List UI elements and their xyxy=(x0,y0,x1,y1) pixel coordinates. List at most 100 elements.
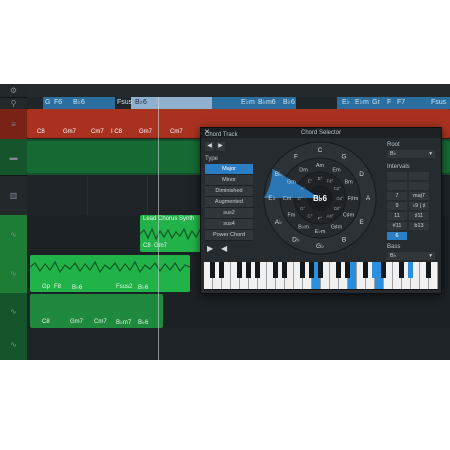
synth-track-icon[interactable]: ∿ xyxy=(0,215,27,254)
wheel-chord-label[interactable]: F° xyxy=(318,216,323,221)
audio-track-3-icon[interactable]: ∿ xyxy=(0,329,27,360)
black-key[interactable] xyxy=(237,262,242,278)
wheel-chord-label[interactable]: D xyxy=(359,171,364,178)
black-key[interactable] xyxy=(408,262,413,278)
black-key[interactable] xyxy=(219,262,224,278)
tool-icon[interactable]: ⚙ xyxy=(0,84,27,98)
black-key[interactable] xyxy=(246,262,251,278)
black-key[interactable] xyxy=(300,262,305,278)
black-key[interactable] xyxy=(255,262,260,278)
wheel-chord-label[interactable]: Em xyxy=(332,167,341,173)
wheel-chord-label[interactable]: G♯° xyxy=(336,196,344,201)
black-key[interactable] xyxy=(372,262,377,278)
black-key[interactable] xyxy=(273,262,278,278)
bass-dropdown[interactable]: B♭ ▾ xyxy=(387,252,435,260)
wheel-chord-label[interactable]: B♭ xyxy=(275,170,282,178)
speaker-icon[interactable]: ◀ xyxy=(221,244,227,253)
wheel-chord-label[interactable]: D♯° xyxy=(334,206,341,211)
instrument-track-1-icon[interactable]: ≡ xyxy=(0,109,27,140)
black-key[interactable] xyxy=(309,262,314,278)
wheel-chord-label[interactable]: G♯m xyxy=(331,225,343,231)
type-sus2-button[interactable]: sus2 xyxy=(205,208,253,219)
wheel-chord-label[interactable]: C° xyxy=(307,213,312,218)
interval-button[interactable]: maj7 xyxy=(409,192,429,200)
interval-button[interactable]: ♯11 xyxy=(409,212,429,220)
interval-button[interactable]: 9 xyxy=(387,202,407,210)
type-power-chord-button[interactable]: Power Chord xyxy=(205,230,253,241)
type-diminished-button[interactable]: Diminished xyxy=(205,186,253,197)
root-dropdown[interactable]: B♭ ▾ xyxy=(387,150,435,158)
wheel-chord-label[interactable]: F♯° xyxy=(327,179,334,184)
interval-button[interactable]: 11 xyxy=(387,212,407,220)
interval-button[interactable] xyxy=(409,172,429,180)
wheel-chord-label[interactable]: E xyxy=(359,219,364,226)
wheel-chord-label[interactable]: G xyxy=(341,153,346,160)
wheel-chord-label[interactable]: Fm xyxy=(287,213,295,219)
wheel-chord-label[interactable]: E♭m xyxy=(315,228,326,235)
wheel-chord-label[interactable]: A xyxy=(366,195,371,202)
track-lane-7[interactable] xyxy=(27,329,450,360)
interval-button[interactable]: b13 xyxy=(409,222,429,230)
black-key[interactable] xyxy=(336,262,341,278)
interval-button-selected[interactable]: 6 xyxy=(387,232,407,240)
wheel-chord-label[interactable]: D° xyxy=(297,196,302,201)
wheel-chord-label[interactable]: C xyxy=(318,147,323,154)
black-key[interactable] xyxy=(426,262,431,278)
wheel-chord-label[interactable]: Cm xyxy=(283,196,292,202)
wheel-chord-label[interactable]: D♭ xyxy=(292,236,300,244)
prev-chord-button[interactable]: ◀ xyxy=(205,142,214,151)
wheel-chord-label[interactable]: Dm xyxy=(299,167,308,173)
interval-button[interactable] xyxy=(409,182,429,190)
interval-button[interactable]: 7 xyxy=(387,192,407,200)
wheel-chord-label[interactable]: B° xyxy=(318,176,323,181)
wheel-chord-label[interactable]: A♯° xyxy=(326,213,333,218)
black-key[interactable] xyxy=(282,262,287,278)
wheel-chord-label[interactable]: G° xyxy=(300,206,306,211)
next-chord-button[interactable]: ▶ xyxy=(216,142,225,151)
type-minor-button[interactable]: Minor xyxy=(205,175,253,186)
track-lane-6[interactable]: C8 Gm7 Cm7 B♭m7 B♭6 xyxy=(27,293,450,330)
interval-button[interactable] xyxy=(387,172,407,180)
interval-button[interactable]: ♭9 | ♯ xyxy=(409,202,429,210)
wheel-chord-label[interactable]: Bm xyxy=(344,180,353,186)
wheel-chord-label[interactable]: Gm xyxy=(287,180,296,186)
type-sus4-button[interactable]: sus4 xyxy=(205,219,253,230)
black-key[interactable] xyxy=(318,262,323,278)
interval-button[interactable] xyxy=(387,182,407,190)
wheel-chord-label[interactable]: B xyxy=(342,237,346,244)
type-major-button[interactable]: Major xyxy=(205,164,253,175)
clip-chord: Gm7 xyxy=(63,129,77,135)
black-key[interactable] xyxy=(399,262,404,278)
black-key[interactable] xyxy=(345,262,350,278)
wheel-chord-label[interactable]: F xyxy=(294,153,298,160)
timeline-ruler[interactable] xyxy=(27,84,450,98)
black-key[interactable] xyxy=(363,262,368,278)
audio-track-2-icon[interactable]: ∿ xyxy=(0,293,27,330)
wheel-chord-label[interactable]: E♭ xyxy=(268,194,275,202)
audio-clip[interactable]: C8 Gm7 Cm7 B♭m7 B♭6 xyxy=(30,294,163,328)
wheel-chord-label[interactable]: A♭ xyxy=(275,218,282,226)
play-icon[interactable]: ▶ xyxy=(207,244,213,253)
bass-label: Bass xyxy=(387,244,401,250)
playhead[interactable] xyxy=(158,97,159,360)
wheel-chord-label[interactable]: G♭ xyxy=(316,242,324,250)
chord-track-lane[interactable]: G F6 B♭6 Fsus B♭6 E♭m B♭m6 B♭6 E♭ E♭m Gr… xyxy=(27,97,450,109)
chord-track-tab[interactable]: Chord Track xyxy=(205,132,238,138)
piano-keyboard[interactable] xyxy=(204,262,438,290)
piano-track-icon[interactable]: ▥ xyxy=(0,175,27,216)
audio-track-icon[interactable]: ∿ xyxy=(0,253,27,294)
black-key[interactable] xyxy=(381,262,386,278)
wheel-chord-label[interactable]: E° xyxy=(308,179,313,184)
circle-of-fifths[interactable]: C G D A E B G♭ D♭ A♭ E♭ B♭ F Am Em Bm F♯m C♯mG♯m E♭m B♭mFm… xyxy=(263,141,377,255)
wheel-chord-label[interactable]: A° xyxy=(300,186,305,191)
audio-clip[interactable]: Gp F8 B♭6 Fsus2 B♭6 xyxy=(30,255,190,292)
instrument-track-2-icon[interactable]: ▬ xyxy=(0,139,27,176)
type-augmented-button[interactable]: Augmented xyxy=(205,197,253,208)
interval-button[interactable]: #11 xyxy=(387,222,407,230)
wheel-chord-label[interactable]: F♯m xyxy=(348,196,359,202)
wheel-chord-label[interactable]: C♯m xyxy=(343,213,355,219)
wheel-chord-label[interactable]: C♯° xyxy=(334,186,341,191)
wheel-chord-label[interactable]: Am xyxy=(316,163,325,169)
wheel-chord-label[interactable]: B♭m xyxy=(298,224,309,231)
black-key[interactable] xyxy=(210,262,215,278)
